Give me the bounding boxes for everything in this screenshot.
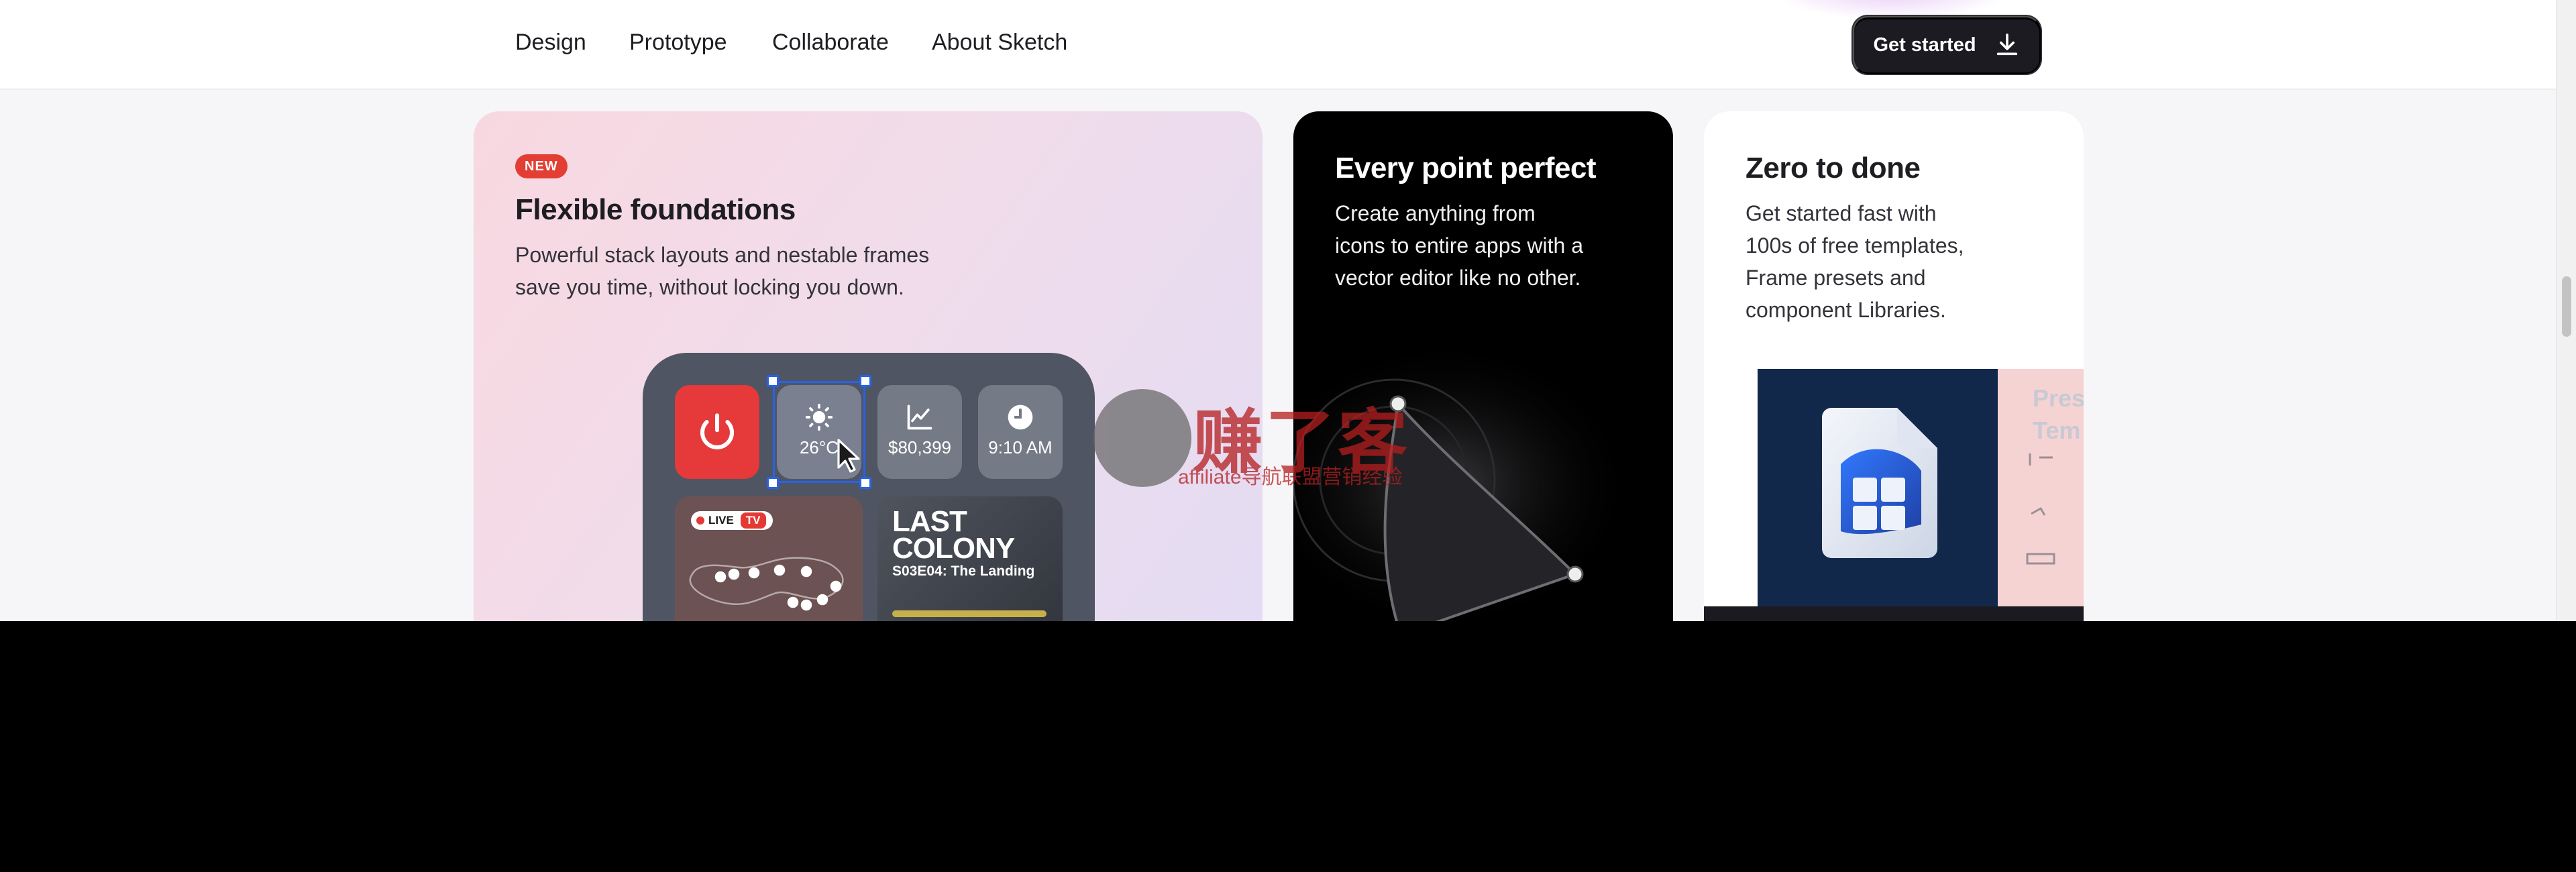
card-description: Get started fast with 100s of free templ…: [1746, 197, 1964, 326]
card-description-line: vector editor like no other.: [1335, 266, 1581, 290]
template-preview-strip: [1704, 606, 2084, 621]
clock-tile: 9:10 AM: [978, 385, 1063, 479]
cursor-icon: [837, 439, 860, 473]
get-started-button[interactable]: Get started: [1853, 16, 2041, 74]
template-preview-text: Pres Tem: [2033, 382, 2084, 447]
nav-item-design[interactable]: Design: [515, 30, 586, 56]
card-title: Zero to done: [1746, 152, 1921, 184]
template-preview-line: Pres: [2033, 384, 2084, 412]
card-zero-to-done[interactable]: Zero to done Get started fast with 100s …: [1704, 111, 2084, 621]
power-tile: [675, 385, 759, 479]
card-description-line: save you time, without locking you down.: [515, 275, 904, 299]
viewport: Design Prototype Collaborate About Sketc…: [0, 0, 2576, 621]
widget-phone-preview: 26°C $80,399 9:10 AM LIVE TV LAST COLONY…: [643, 353, 1095, 621]
card-flexible-foundations[interactable]: NEW Flexible foundations Powerful stack …: [474, 111, 1263, 621]
card-description-line: component Libraries.: [1746, 298, 1946, 322]
clock-value: 9:10 AM: [988, 437, 1053, 457]
stocks-value: $80,399: [888, 437, 951, 457]
file-app-icon: [1822, 408, 1937, 558]
scrollbar-thumb[interactable]: [2562, 276, 2571, 337]
card-title: Flexible foundations: [515, 193, 796, 226]
card-description-line: Create anything from: [1335, 201, 1536, 225]
download-icon: [1996, 34, 2017, 56]
card-every-point-perfect[interactable]: Every point perfect Create anything from…: [1293, 111, 1673, 621]
card-description-line: icons to entire apps with a: [1335, 233, 1583, 258]
power-icon: [700, 413, 734, 449]
card-description-line: Get started fast with: [1746, 201, 1937, 225]
card-description-line: Frame presets and: [1746, 266, 1926, 290]
card-description: Powerful stack layouts and nestable fram…: [515, 239, 929, 303]
top-nav: Design Prototype Collaborate About Sketc…: [0, 0, 2556, 90]
watermark-logo: 赚了客 affiliate导航联盟营销经验: [1093, 385, 1483, 490]
live-tv-tile: LIVE TV: [675, 496, 863, 621]
preview-sketch-icon: [2026, 453, 2055, 565]
card-description-line: Powerful stack layouts and nestable fram…: [515, 243, 930, 267]
nav-item-about-sketch[interactable]: About Sketch: [932, 30, 1067, 56]
clock-icon: [1008, 404, 1033, 430]
empty-black-area: [0, 621, 2576, 872]
stocks-tile: $80,399: [877, 385, 962, 479]
live-label: LIVE: [708, 514, 734, 527]
show-title: LAST COLONY: [892, 505, 1015, 565]
selection-handle[interactable]: [767, 375, 779, 387]
selection-handle[interactable]: [859, 477, 871, 489]
tv-label: TV: [740, 512, 766, 529]
race-track-icon: [689, 557, 844, 611]
selection-handle[interactable]: [767, 477, 779, 489]
live-dot-icon: [696, 516, 704, 525]
card-description: Create anything from icons to entire app…: [1335, 197, 1583, 294]
progress-bar: [892, 610, 1046, 617]
show-tile: LAST COLONY S03E04: The Landing: [877, 496, 1063, 621]
nav-item-collaborate[interactable]: Collaborate: [772, 30, 889, 56]
get-started-label: Get started: [1873, 34, 1976, 56]
page-scrollbar[interactable]: [2556, 0, 2576, 621]
new-badge: NEW: [515, 154, 568, 178]
card-description-line: 100s of free templates,: [1746, 233, 1964, 258]
selection-handle[interactable]: [859, 375, 871, 387]
nav-item-prototype[interactable]: Prototype: [629, 30, 727, 56]
chart-icon: [907, 404, 932, 430]
watermark-coin-icon: [1093, 389, 1191, 487]
live-badge: LIVE TV: [691, 511, 773, 530]
watermark-subtitle: affiliate导航联盟营销经验: [1178, 466, 1403, 488]
card-title: Every point perfect: [1335, 152, 1597, 184]
show-episode: S03E04: The Landing: [892, 563, 1035, 579]
